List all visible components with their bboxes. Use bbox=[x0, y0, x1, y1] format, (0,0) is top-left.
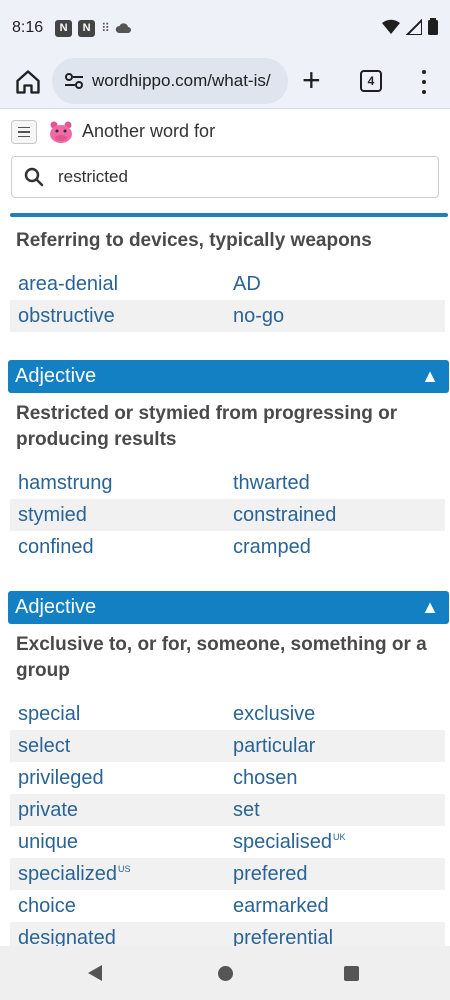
collapse-triangle-icon[interactable]: ▲ bbox=[421, 366, 439, 387]
wifi-icon bbox=[382, 19, 400, 34]
table-row: hamstrung thwarted bbox=[10, 467, 445, 499]
table-row: obstructive no-go bbox=[10, 300, 445, 332]
region-tag-us: US bbox=[117, 863, 131, 874]
synonym-link[interactable]: privileged bbox=[10, 767, 225, 790]
synonym-link[interactable]: exclusive bbox=[225, 703, 440, 726]
notification-icons: N N ⠿ bbox=[55, 19, 131, 37]
synonym-link[interactable]: confined bbox=[10, 536, 225, 559]
synonym-link[interactable]: particular bbox=[225, 735, 440, 758]
home-icon[interactable] bbox=[14, 68, 42, 96]
recent-apps-icon[interactable] bbox=[344, 966, 359, 981]
cloud-icon bbox=[115, 23, 131, 33]
address-bar[interactable]: wordhippo.com/what-is/ bbox=[52, 58, 288, 104]
synonym-link[interactable]: obstructive bbox=[10, 305, 225, 328]
synonym-link[interactable]: cramped bbox=[225, 536, 440, 559]
grid-icon: ⠿ bbox=[101, 21, 110, 35]
browser-toolbar: wordhippo.com/what-is/ + 4 bbox=[0, 56, 450, 109]
results-content: Referring to devices, typically weapons … bbox=[0, 218, 450, 954]
search-box[interactable] bbox=[11, 156, 439, 198]
menu-icon[interactable] bbox=[11, 120, 37, 144]
table-row: private set bbox=[10, 794, 445, 826]
system-icons bbox=[382, 18, 438, 35]
synonym-link[interactable]: prefered bbox=[225, 863, 440, 886]
sense-section-1: Referring to devices, typically weapons … bbox=[0, 228, 450, 332]
synonym-link[interactable]: thwarted bbox=[225, 472, 440, 495]
app-notification-icon: N bbox=[55, 19, 73, 37]
table-row: stymied constrained bbox=[10, 499, 445, 531]
battery-icon bbox=[428, 18, 438, 35]
table-row: area-denial AD bbox=[10, 268, 445, 300]
synonym-grid: hamstrung thwarted stymied constrained c… bbox=[10, 467, 445, 563]
synonym-link[interactable]: AD bbox=[225, 273, 440, 296]
table-row: special exclusive bbox=[10, 698, 445, 730]
site-header: Another word for bbox=[0, 109, 450, 215]
region-tag-uk: UK bbox=[332, 831, 346, 842]
system-nav-bar bbox=[0, 946, 450, 1000]
synonym-link[interactable]: special bbox=[10, 703, 225, 726]
synonym-link[interactable]: specialisedUK bbox=[225, 831, 440, 854]
sense-section-2: Adjective ▲ Restricted or stymied from p… bbox=[0, 360, 450, 563]
synonym-link[interactable]: choice bbox=[10, 895, 225, 918]
synonym-link[interactable]: chosen bbox=[225, 767, 440, 790]
synonym-link[interactable]: hamstrung bbox=[10, 472, 225, 495]
url-text: wordhippo.com/what-is/ bbox=[92, 71, 271, 90]
definition-text: Exclusive to, or for, someone, something… bbox=[16, 634, 427, 681]
table-row: specializedUS prefered bbox=[10, 858, 445, 890]
synonym-link[interactable]: stymied bbox=[10, 504, 225, 527]
sense-section-3: Adjective ▲ Exclusive to, or for, someon… bbox=[0, 591, 450, 954]
hippo-logo-icon[interactable] bbox=[48, 120, 74, 144]
header-title: Another word for bbox=[82, 121, 216, 141]
synonym-text: specialized bbox=[18, 862, 117, 885]
app-notification-icon-2: N bbox=[78, 19, 96, 37]
synonym-link[interactable]: no-go bbox=[225, 305, 440, 328]
definition-text: Referring to devices, typically weapons bbox=[16, 230, 372, 251]
synonym-link[interactable]: area-denial bbox=[10, 273, 225, 296]
signal-icon bbox=[406, 18, 422, 35]
synonym-link[interactable]: private bbox=[10, 799, 225, 822]
table-row: select particular bbox=[10, 730, 445, 762]
synonym-link[interactable]: unique bbox=[10, 831, 225, 854]
part-of-speech-bar[interactable]: Adjective ▲ bbox=[8, 591, 449, 624]
table-row: unique specialisedUK bbox=[10, 826, 445, 858]
part-of-speech-label: Adjective bbox=[15, 596, 97, 618]
status-bar: 8:16 N N ⠿ bbox=[0, 0, 450, 56]
table-row: confined cramped bbox=[10, 531, 445, 563]
browser-menu-icon[interactable] bbox=[414, 68, 434, 96]
synonym-link[interactable]: earmarked bbox=[225, 895, 440, 918]
part-of-speech-bar[interactable]: Adjective ▲ bbox=[8, 360, 449, 393]
synonym-grid: area-denial AD obstructive no-go bbox=[10, 268, 445, 332]
synonym-text: specialised bbox=[233, 830, 332, 853]
table-row: choice earmarked bbox=[10, 890, 445, 922]
status-time: 8:16 bbox=[12, 19, 44, 36]
search-icon[interactable] bbox=[24, 167, 44, 187]
home-circle-icon[interactable] bbox=[218, 966, 233, 981]
synonym-link[interactable]: select bbox=[10, 735, 225, 758]
back-icon[interactable] bbox=[88, 965, 102, 981]
tab-switcher-button[interactable]: 4 bbox=[360, 70, 382, 92]
definition-text: Restricted or stymied from progressing o… bbox=[16, 403, 398, 450]
site-settings-icon[interactable] bbox=[62, 69, 86, 93]
section-divider bbox=[10, 213, 448, 217]
search-input[interactable] bbox=[56, 166, 400, 188]
synonym-link[interactable]: set bbox=[225, 799, 440, 822]
part-of-speech-label: Adjective bbox=[15, 365, 97, 387]
synonym-link[interactable]: constrained bbox=[225, 504, 440, 527]
synonym-link[interactable]: specializedUS bbox=[10, 863, 225, 886]
synonym-grid: special exclusive select particular priv… bbox=[10, 698, 445, 954]
new-tab-icon[interactable]: + bbox=[302, 64, 321, 96]
table-row: privileged chosen bbox=[10, 762, 445, 794]
collapse-triangle-icon[interactable]: ▲ bbox=[421, 597, 439, 618]
